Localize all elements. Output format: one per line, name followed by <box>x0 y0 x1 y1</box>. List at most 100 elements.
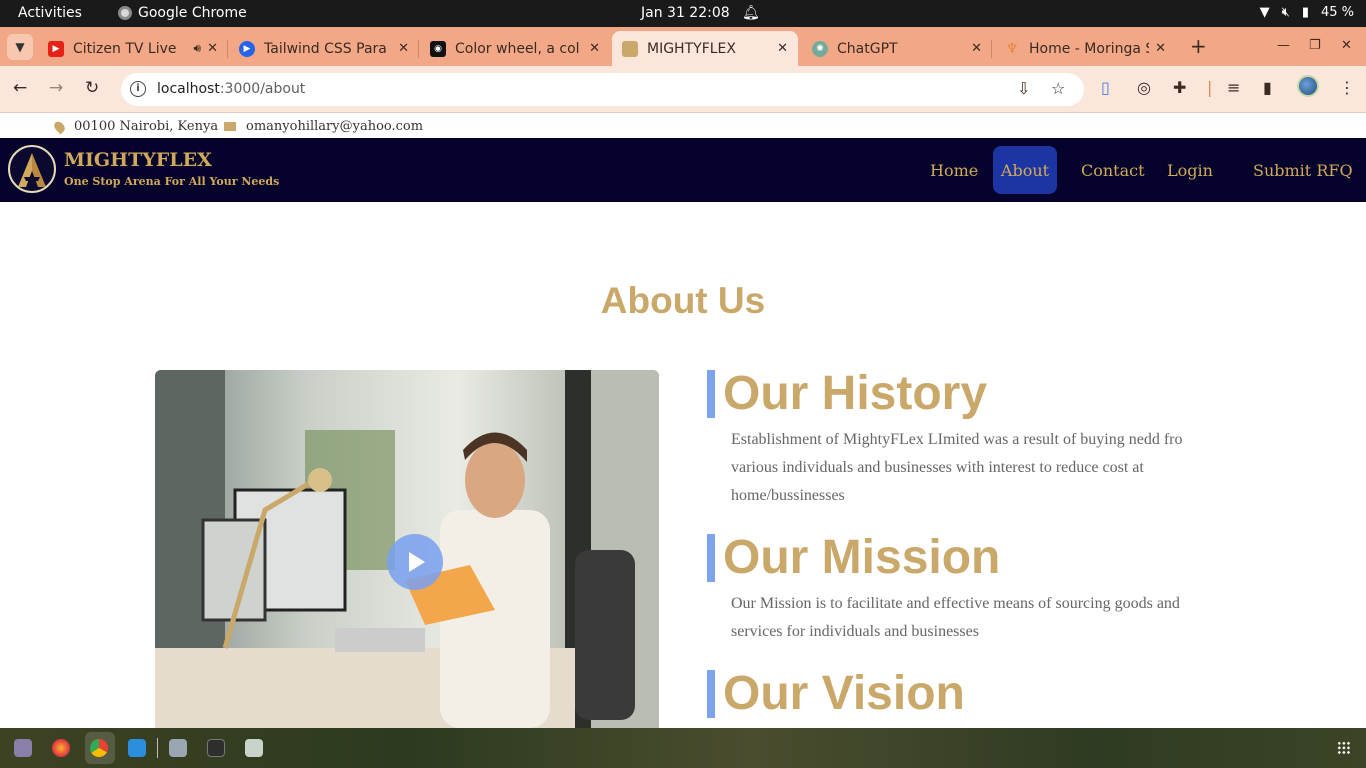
speaker-icon[interactable]: 🔊︎ <box>194 41 202 56</box>
restore-icon[interactable]: ❐ <box>1309 38 1321 53</box>
battery-icon: ▮ <box>1301 5 1309 20</box>
brand-logo[interactable] <box>8 145 56 193</box>
terminal-icon[interactable] <box>207 739 225 757</box>
nav-submit-rfq[interactable]: Submit RFQ <box>1245 146 1361 194</box>
history-accent-bar <box>707 370 715 418</box>
clock[interactable]: Jan 31 22:08 <box>641 5 730 21</box>
site-navbar: MIGHTYFLEX One Stop Arena For All Your N… <box>0 138 1366 202</box>
tab-title: Citizen TV Live <box>73 40 177 57</box>
location-info: 00100 Nairobi, Kenya <box>52 119 219 134</box>
tab-title: Home - Moringa S <box>1029 40 1150 57</box>
tab-separator <box>418 40 419 58</box>
files-icon[interactable] <box>14 739 32 757</box>
browser-toolbar: ← → ↻ i localhost:3000/about ⇩ ☆ ▯ ◎ ✚ |… <box>0 66 1366 113</box>
app-menu-label: Google Chrome <box>138 5 247 21</box>
envelope-icon <box>224 122 236 131</box>
tab-mightyflex[interactable]: MIGHTYFLEX ✕ <box>612 31 798 66</box>
mission-accent-bar <box>707 534 715 582</box>
tab-separator <box>227 40 228 58</box>
close-icon[interactable]: ✕ <box>777 41 788 56</box>
map-pin-icon <box>52 119 67 134</box>
site-info-icon[interactable]: i <box>130 81 146 97</box>
tab-search-button[interactable]: ▼ <box>7 34 33 60</box>
wifi-icon: ▼ <box>1259 5 1270 20</box>
tab-title: ChatGPT <box>837 40 898 57</box>
new-tab-button[interactable]: + <box>1190 36 1207 56</box>
close-icon[interactable]: ✕ <box>207 41 218 56</box>
history-text: Establishment of MightyFLex LImited was … <box>731 431 1183 504</box>
youtube-icon: ▶ <box>48 40 64 57</box>
notification-bell-icon: 🔔︎ <box>742 5 760 21</box>
bookmark-star-icon[interactable]: ☆ <box>1051 79 1065 98</box>
media-controls-icon[interactable]: ≡ <box>1227 78 1240 97</box>
close-icon[interactable]: ✕ <box>398 41 409 56</box>
url-text[interactable]: localhost:3000/about <box>157 81 305 97</box>
email-info: omanyohillary@yahoo.com <box>224 119 423 134</box>
extension-circle-icon[interactable]: ◎ <box>1137 78 1151 97</box>
battery-percent: 45 % <box>1320 5 1354 20</box>
chrome-icon[interactable] <box>90 739 108 757</box>
extensions-puzzle-icon[interactable]: ✚ <box>1173 78 1186 97</box>
url-host: localhost <box>157 81 220 97</box>
trash-icon[interactable] <box>245 739 263 757</box>
extension-docs-icon[interactable]: ▯ <box>1101 78 1110 97</box>
tab-color-wheel[interactable]: ◉ Color wheel, a col ✕ <box>420 31 610 66</box>
nav-home[interactable]: Home <box>922 146 986 194</box>
vision-title: Our Vision <box>723 667 965 720</box>
vscode-icon[interactable] <box>128 739 146 757</box>
brand-name[interactable]: MIGHTYFLEX <box>64 149 212 171</box>
firefox-icon[interactable] <box>52 739 70 757</box>
vision-accent-bar <box>707 670 715 718</box>
nav-contact[interactable]: Contact <box>1073 146 1153 194</box>
side-panel-icon[interactable]: ▮ <box>1263 78 1272 97</box>
minimize-icon[interactable]: — <box>1277 38 1290 53</box>
mission-title: Our Mission <box>723 531 1001 584</box>
profile-avatar[interactable] <box>1297 75 1319 97</box>
tab-title: MIGHTYFLEX <box>647 40 736 57</box>
tab-moringa[interactable]: ♆ Home - Moringa S ✕ <box>994 31 1176 66</box>
system-menu[interactable]: ▼ 🔇︎ ▮ 45 % <box>1260 5 1354 20</box>
tab-title: Color wheel, a col <box>455 40 580 57</box>
back-arrow-icon[interactable]: ← <box>13 78 27 98</box>
close-icon[interactable]: ✕ <box>589 41 600 56</box>
forward-arrow-icon[interactable]: → <box>49 78 63 98</box>
play-button[interactable] <box>387 534 443 590</box>
history-title: Our History <box>723 367 988 420</box>
app-menu[interactable]: Google Chrome <box>118 5 247 21</box>
brand-tagline: One Stop Arena For All Your Needs <box>64 175 280 188</box>
mightyflex-icon <box>622 40 638 57</box>
about-video-thumbnail[interactable] <box>155 370 659 728</box>
chevron-down-icon: ▼ <box>15 40 25 54</box>
email-text: omanyohillary@yahoo.com <box>246 119 424 134</box>
chrome-icon <box>118 6 132 20</box>
reload-icon[interactable]: ↻ <box>85 78 99 98</box>
page-title: About Us <box>600 280 766 321</box>
tab-tailwind[interactable]: ▶ Tailwind CSS Para ✕ <box>229 31 419 66</box>
dock-separator <box>157 738 158 758</box>
tab-citizen-tv[interactable]: ▶ Citizen TV Live 🔊︎ ✕ <box>38 31 228 66</box>
close-icon[interactable]: ✕ <box>971 41 982 56</box>
tailwind-icon: ▶ <box>239 40 255 57</box>
nav-login[interactable]: Login <box>1159 146 1221 194</box>
moringa-icon: ♆ <box>1005 40 1019 57</box>
close-window-icon[interactable]: ✕ <box>1341 38 1352 53</box>
nav-about[interactable]: About <box>993 146 1057 194</box>
location-text: 00100 Nairobi, Kenya <box>74 119 219 134</box>
tab-chatgpt[interactable]: ✺ ChatGPT ✕ <box>802 31 992 66</box>
logo-a-icon <box>18 153 46 187</box>
image-viewer-icon[interactable] <box>169 739 187 757</box>
activities-button[interactable]: Activities <box>18 5 82 21</box>
app-grid-icon[interactable] <box>1337 741 1351 755</box>
ubuntu-dock <box>0 728 1366 768</box>
chatgpt-icon: ✺ <box>812 40 828 57</box>
volume-muted-icon: 🔇︎ <box>1281 5 1290 20</box>
chrome-menu-icon[interactable]: ⋮ <box>1339 78 1355 97</box>
colorwheel-icon: ◉ <box>430 40 446 57</box>
url-path: :3000/about <box>219 81 306 97</box>
close-icon[interactable]: ✕ <box>1155 41 1166 56</box>
tab-strip: ▼ ▶ Citizen TV Live 🔊︎ ✕ ▶ Tailwind CSS … <box>0 27 1366 66</box>
address-bar[interactable]: i localhost:3000/about ⇩ ☆ <box>121 73 1084 106</box>
toolbar-divider: | <box>1207 78 1213 97</box>
system-top-bar: Activities Google Chrome Jan 31 22:08 🔔︎… <box>0 0 1366 27</box>
install-app-icon[interactable]: ⇩ <box>1017 79 1030 98</box>
